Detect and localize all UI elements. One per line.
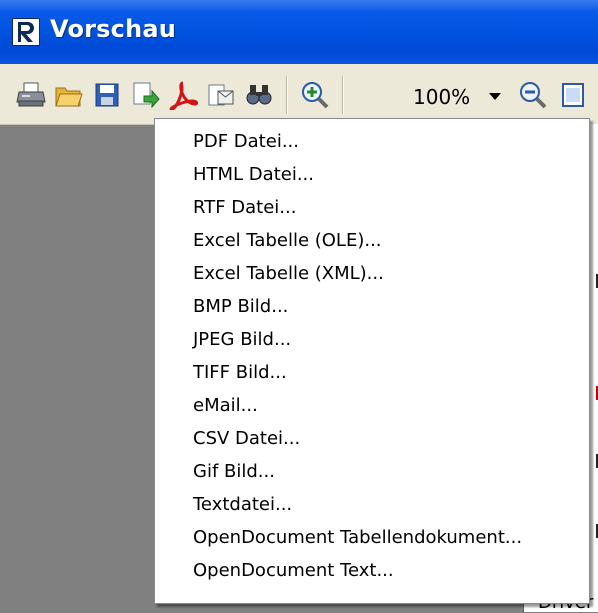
save-icon[interactable] [92, 80, 122, 110]
toolbar-separator [342, 76, 344, 114]
open-folder-icon[interactable] [54, 80, 84, 110]
find-icon[interactable] [244, 80, 274, 110]
app-logo-icon [12, 18, 40, 46]
pdf-icon[interactable] [168, 80, 199, 112]
menu-item-email[interactable]: eMail... [193, 389, 258, 422]
menu-item-html[interactable]: HTML Datei... [193, 158, 314, 191]
menu-item-csv[interactable]: CSV Datei... [193, 422, 300, 455]
chevron-down-icon[interactable] [485, 85, 505, 107]
menu-item-bmp[interactable]: BMP Bild... [193, 290, 288, 323]
toolbar-separator [286, 76, 288, 114]
zoom-value: 100% [413, 85, 471, 109]
menu-item-jpeg[interactable]: JPEG Bild... [193, 323, 291, 356]
menu-item-opendocument-text[interactable]: OpenDocument Text... [193, 554, 394, 587]
print-icon[interactable] [16, 80, 46, 110]
export-menu: PDF Datei... HTML Datei... RTF Datei... … [154, 118, 590, 604]
menu-item-rtf[interactable]: RTF Datei... [193, 191, 296, 224]
menu-item-opendocument-spreadsheet[interactable]: OpenDocument Tabellendokument... [193, 521, 522, 554]
title-bar[interactable]: Vorschau [0, 0, 598, 64]
menu-item-excel-xml[interactable]: Excel Tabelle (XML)... [193, 257, 384, 290]
menu-item-text[interactable]: Textdatei... [193, 488, 292, 521]
menu-item-gif[interactable]: Gif Bild... [193, 455, 275, 488]
email-icon[interactable] [206, 80, 236, 110]
menu-item-excel-ole[interactable]: Excel Tabelle (OLE)... [193, 224, 382, 257]
zoom-dropdown[interactable]: 100% [403, 81, 509, 111]
menu-item-tiff[interactable]: TIFF Bild... [193, 356, 287, 389]
export-icon[interactable] [130, 80, 160, 110]
menu-item-pdf[interactable]: PDF Datei... [193, 125, 299, 158]
zoom-in-icon[interactable] [300, 80, 330, 110]
page-icon[interactable] [558, 80, 588, 110]
toolbar: 100% [0, 64, 598, 125]
zoom-out-icon[interactable] [518, 80, 548, 110]
window-title: Vorschau [50, 15, 177, 43]
